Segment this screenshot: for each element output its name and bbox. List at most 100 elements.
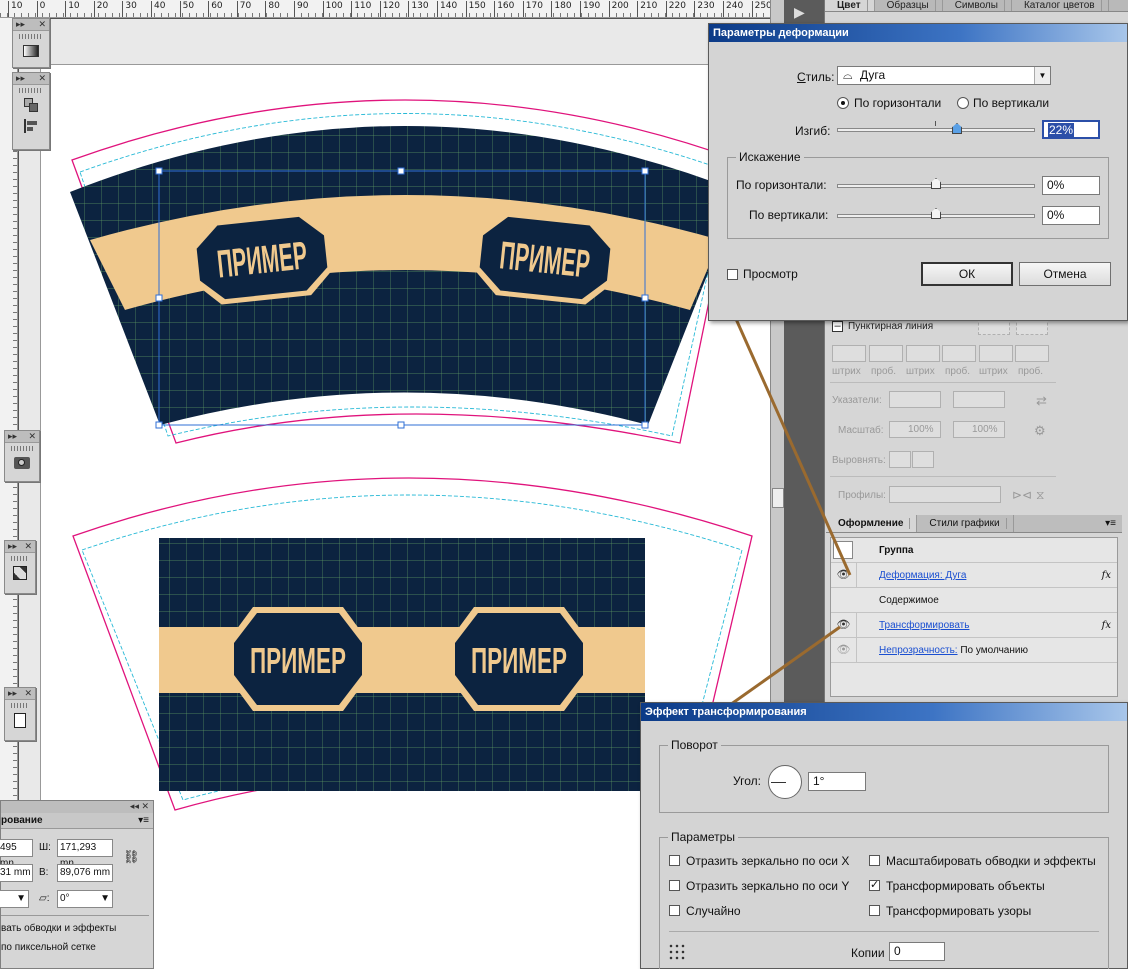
flip-vertical-icon[interactable]: ⧖	[1036, 488, 1044, 503]
gradient-mini-panel[interactable]: ▸▸ ✕	[12, 18, 50, 68]
bend-slider[interactable]	[837, 128, 1035, 132]
bend-field[interactable]: 22%	[1042, 120, 1100, 139]
camera-mini-panel[interactable]: ▸▸ ✕	[4, 430, 40, 482]
transform-panel-tab[interactable]: рование ▾≡	[1, 813, 153, 829]
x-field[interactable]: 495 mn	[0, 839, 33, 869]
panel-menu-icon[interactable]: ▾≡	[138, 813, 153, 829]
dropdown-arrow-icon: ▼	[1034, 67, 1050, 84]
horizontal-label[interactable]: По горизонтали	[854, 96, 941, 110]
flip-profile-icon[interactable]: ⊳⊲	[1012, 488, 1032, 502]
distortion-h-label: По горизонтали:	[736, 178, 827, 192]
angle-field[interactable]: 1°	[808, 772, 866, 791]
eye-icon[interactable]: 👁	[831, 563, 857, 588]
reflect-y-label[interactable]: Отразить зеркально по оси Y	[686, 879, 849, 893]
transform-objects-label[interactable]: Трансформировать объекты	[886, 879, 1045, 893]
tab-color[interactable]: Цвет	[825, 0, 875, 11]
fx-icon[interactable]: fx	[1102, 563, 1111, 588]
appearance-object-row[interactable]: Группа	[831, 538, 1117, 563]
profile-select[interactable]	[889, 486, 1001, 503]
bowtie-icon[interactable]	[10, 564, 30, 582]
h-field[interactable]: 89,076 mm	[57, 864, 113, 882]
preview-label[interactable]: Просмотр	[743, 267, 798, 281]
align-label: Выровнять:	[832, 455, 886, 466]
tab-symbols[interactable]: Символы	[943, 0, 1012, 11]
scroll-thumb[interactable]	[772, 488, 784, 508]
play-icon[interactable]: ▶	[794, 4, 812, 22]
distortion-h-field[interactable]: 0%	[1042, 176, 1100, 195]
flat-badge-left: ПРИМЕР	[228, 607, 368, 711]
warp-style-select[interactable]: ⌓ Дуга ▼	[837, 66, 1051, 85]
transparency-mini-panel[interactable]: ▸▸ ✕	[4, 540, 36, 594]
reference-point-icon[interactable]	[668, 943, 686, 961]
document-icon[interactable]	[10, 711, 30, 729]
transform-panel[interactable]: ◂◂ ✕ рование▾≡ 495 mn Ш: 171,293 mn ⛓ 31…	[0, 800, 154, 969]
align-icon[interactable]	[21, 117, 41, 135]
shear-field[interactable]: 0° ▼	[57, 890, 113, 908]
appearance-warp-row[interactable]: 👁 Деформация: Дуга fx	[831, 563, 1117, 588]
link-scale-icon[interactable]: ⚙	[1034, 423, 1046, 439]
vertical-label[interactable]: По вертикали	[973, 96, 1049, 110]
appearance-transform-row[interactable]: 👁 Трансформировать fx	[831, 613, 1117, 638]
constrain-link-icon[interactable]: ⛓	[123, 849, 140, 865]
panel-menu-icon[interactable]: ▾≡	[1099, 515, 1122, 532]
reflect-x-checkbox[interactable]	[669, 855, 680, 866]
tab-appearance[interactable]: Оформление	[826, 515, 918, 532]
reflect-y-checkbox[interactable]	[669, 880, 680, 891]
camera-icon[interactable]	[12, 454, 32, 472]
gap-field-2[interactable]	[942, 345, 976, 362]
dash-field-1[interactable]	[832, 345, 866, 362]
scale-strokes-option[interactable]: вать обводки и эффекты	[1, 923, 116, 934]
random-checkbox[interactable]	[669, 905, 680, 916]
scale-strokes-checkbox[interactable]	[869, 855, 880, 866]
transform-patterns-checkbox[interactable]	[869, 905, 880, 916]
vertical-radio[interactable]	[957, 97, 969, 109]
gap-field-3[interactable]	[1015, 345, 1049, 362]
align-arrow-end-icon[interactable]	[912, 451, 934, 468]
eye-icon[interactable]: 👁	[831, 613, 857, 638]
ok-button[interactable]: ОК	[921, 262, 1013, 286]
swap-arrows-icon[interactable]: ⇄	[1036, 393, 1047, 409]
scale-end-field[interactable]: 100%	[953, 421, 1005, 438]
appearance-contents-row[interactable]: Содержимое	[831, 588, 1117, 613]
horizontal-radio[interactable]	[837, 97, 849, 109]
transform-objects-checkbox[interactable]: ✓	[869, 880, 880, 891]
dialog-title[interactable]: Параметры деформации	[709, 24, 1127, 42]
dashed-line-checkbox[interactable]: –	[832, 321, 843, 332]
arrowhead-end-select[interactable]	[953, 391, 1005, 408]
w-field[interactable]: 171,293 mn	[57, 839, 113, 869]
fx-icon[interactable]: fx	[1102, 613, 1111, 638]
distortion-v-field[interactable]: 0%	[1042, 206, 1100, 225]
random-label[interactable]: Случайно	[686, 904, 741, 918]
transform-effect-link[interactable]: Трансформировать	[879, 613, 969, 638]
copies-field[interactable]: 0	[889, 942, 945, 961]
gap-field-1[interactable]	[869, 345, 903, 362]
dialog-title[interactable]: Эффект трансформирования	[641, 703, 1127, 721]
transform-patterns-label[interactable]: Трансформировать узоры	[886, 904, 1031, 918]
eye-icon[interactable]: 👁	[831, 638, 857, 663]
appearance-opacity-row[interactable]: 👁 Непрозрачность: По умолчанию	[831, 638, 1117, 663]
dash-field-2[interactable]	[906, 345, 940, 362]
opacity-link[interactable]: Непрозрачность:	[879, 645, 958, 656]
reflect-x-label[interactable]: Отразить зеркально по оси X	[686, 854, 849, 868]
scale-strokes-label[interactable]: Масштабировать обводки и эффекты	[886, 854, 1096, 868]
pixel-grid-option[interactable]: по пиксельной сетке	[1, 942, 96, 953]
pathfinder-mini-panel[interactable]: ▸▸ ✕	[12, 72, 50, 150]
cancel-button[interactable]: Отмена	[1019, 262, 1111, 286]
pathfinder-icon[interactable]	[21, 96, 41, 114]
gradient-icon[interactable]	[21, 42, 41, 60]
angle-dial[interactable]	[768, 765, 802, 799]
rotate-field[interactable]: ▼	[0, 890, 29, 908]
arrowhead-start-select[interactable]	[889, 391, 941, 408]
warp-effect-link[interactable]: Деформация: Дуга	[879, 563, 966, 588]
align-arrow-tip-icon[interactable]	[889, 451, 911, 468]
y-field[interactable]: 31 mm	[0, 864, 33, 882]
tab-color-guide[interactable]: Каталог цветов	[1012, 0, 1109, 11]
tab-swatches[interactable]: Образцы	[875, 0, 943, 11]
tab-graphic-styles[interactable]: Стили графики	[917, 515, 1014, 532]
bend-slider-handle[interactable]	[952, 123, 962, 134]
scale-start-field[interactable]: 100%	[889, 421, 941, 438]
dash-field-3[interactable]	[979, 345, 1013, 362]
transform-effect-dialog: Эффект трансформирования Поворот Угол: 1…	[640, 702, 1128, 969]
preview-checkbox[interactable]	[727, 269, 738, 280]
links-mini-panel[interactable]: ▸▸ ✕	[4, 687, 36, 741]
